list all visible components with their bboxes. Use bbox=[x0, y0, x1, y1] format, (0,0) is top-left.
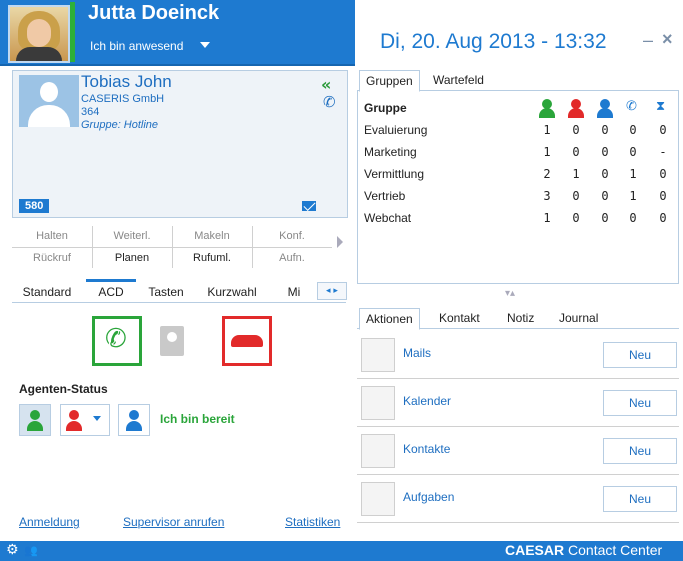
actions-tabbar: Aktionen Kontakt Notiz Journal bbox=[357, 308, 679, 330]
tab-aktionen[interactable]: Aktionen bbox=[359, 308, 420, 330]
chevron-down-icon bbox=[93, 416, 101, 421]
users-icon[interactable]: 👥 bbox=[24, 544, 38, 557]
callback-button[interactable]: Rückruf bbox=[12, 248, 92, 268]
groups-table: Gruppe ✆ ⧗ Evaluierung 1 0 0 0 0 Marketi… bbox=[357, 91, 679, 284]
action-label[interactable]: Kalender bbox=[403, 394, 451, 408]
agent-red-icon bbox=[69, 410, 79, 420]
action-label[interactable]: Mails bbox=[403, 346, 431, 360]
contact-name: Tobias John bbox=[81, 72, 172, 91]
agent-green-icon bbox=[30, 410, 40, 420]
agent-away-button[interactable] bbox=[118, 404, 150, 436]
supervisor-call-link[interactable]: Supervisor anrufen bbox=[123, 515, 224, 529]
collapse-toggle-icon[interactable]: ▾▴ bbox=[505, 288, 515, 299]
action-row-mails: Mails Neu bbox=[357, 330, 679, 379]
left-panel: Tobias John CASERIS GmbH 364 Gruppe: Hot… bbox=[12, 70, 349, 540]
hangup-button[interactable] bbox=[222, 316, 272, 366]
action-row-calendar: Kalender Neu bbox=[357, 378, 679, 427]
new-calendar-button[interactable]: Neu bbox=[603, 390, 677, 416]
contact-extension: 364 bbox=[81, 106, 100, 118]
phone-icon: ✆ bbox=[626, 99, 637, 114]
chevron-down-icon[interactable] bbox=[200, 42, 210, 48]
new-mail-button[interactable]: Neu bbox=[603, 342, 677, 368]
tab-kurzwahl[interactable]: Kurzwahl bbox=[196, 282, 268, 302]
brand-text: CAESAR Contact Center bbox=[505, 542, 663, 558]
back-arrows-icon[interactable]: « bbox=[321, 75, 331, 94]
close-button[interactable]: × bbox=[662, 29, 673, 50]
login-link[interactable]: Anmeldung bbox=[19, 515, 80, 529]
app-window: Jutta Doeinck Ich bin anwesend Di, 20. A… bbox=[0, 0, 683, 561]
table-row[interactable]: Marketing bbox=[364, 145, 417, 159]
contact-company: CASERIS GmbH bbox=[81, 93, 165, 105]
record-button[interactable]: Aufn. bbox=[252, 248, 332, 268]
table-row[interactable]: Vermittlung bbox=[364, 167, 424, 181]
transfer-button[interactable]: Weiterl. bbox=[92, 226, 172, 246]
accept-call-button[interactable]: ✆ bbox=[92, 316, 142, 366]
tab-acd[interactable]: ACD bbox=[86, 279, 136, 302]
status-bar: ⚙ 👥 CAESAR Contact Center bbox=[0, 541, 683, 561]
groups-header: Gruppe bbox=[364, 101, 407, 115]
tab-kontakt[interactable]: Kontakt bbox=[433, 308, 486, 328]
task-check-icon bbox=[361, 482, 395, 516]
agent-status-text: Ich bin bereit bbox=[160, 412, 235, 426]
phone-ringing-icon: ✆ bbox=[323, 93, 336, 111]
table-row[interactable]: Webchat bbox=[364, 211, 411, 225]
user-header: Jutta Doeinck Ich bin anwesend bbox=[0, 0, 355, 66]
tab-wartefeld[interactable]: Wartefeld bbox=[427, 70, 490, 90]
scroll-right-icon[interactable] bbox=[337, 236, 343, 248]
table-row[interactable]: Vertrieb bbox=[364, 189, 405, 203]
agent-ready-button[interactable] bbox=[19, 404, 51, 436]
action-row-tasks: Aufgaben Neu bbox=[357, 474, 679, 523]
table-row[interactable]: Evaluierung bbox=[364, 123, 427, 137]
tab-gruppen[interactable]: Gruppen bbox=[359, 70, 420, 92]
tab-tasten[interactable]: Tasten bbox=[138, 282, 194, 302]
call-controls: Halten Weiterl. Makeln Konf. Rückruf Pla… bbox=[12, 226, 332, 268]
minimize-button[interactable]: – bbox=[643, 30, 653, 51]
tab-notiz[interactable]: Notiz bbox=[501, 308, 540, 328]
user-name: Jutta Doeinck bbox=[88, 2, 220, 24]
presence-status-dropdown[interactable]: Ich bin anwesend bbox=[90, 39, 183, 53]
forward-button[interactable]: Rufuml. bbox=[172, 248, 252, 268]
contact-card: Tobias John CASERIS GmbH 364 Gruppe: Hot… bbox=[12, 70, 348, 218]
conference-button[interactable]: Konf. bbox=[252, 226, 332, 246]
left-tabbar: Standard ACD Tasten Kurzwahl Mi ◂ ▸ bbox=[12, 279, 347, 303]
header: Jutta Doeinck Ich bin anwesend Di, 20. A… bbox=[0, 0, 683, 66]
right-panel: Gruppen Wartefeld Gruppe ✆ ⧗ Evaluierung… bbox=[357, 70, 683, 540]
tab-scroll-arrows[interactable]: ◂ ▸ bbox=[317, 282, 347, 300]
calendar-icon bbox=[361, 386, 395, 420]
agent-blue-icon bbox=[597, 99, 613, 118]
tab-mi[interactable]: Mi bbox=[276, 282, 312, 302]
address-book-icon bbox=[361, 434, 395, 468]
contact-group: Gruppe: Hotline bbox=[81, 119, 159, 131]
presence-indicator bbox=[70, 2, 75, 62]
toggle-button[interactable]: Makeln bbox=[172, 226, 252, 246]
action-label[interactable]: Kontakte bbox=[403, 442, 450, 456]
action-label[interactable]: Aufgaben bbox=[403, 490, 454, 504]
hangup-icon bbox=[231, 335, 263, 347]
agent-busy-dropdown[interactable] bbox=[60, 404, 110, 436]
tab-journal[interactable]: Journal bbox=[553, 308, 604, 328]
tab-standard[interactable]: Standard bbox=[12, 282, 82, 302]
user-avatar[interactable] bbox=[8, 5, 70, 63]
footer-links: Anmeldung Supervisor anrufen Statistiken bbox=[19, 515, 349, 533]
action-row-contacts: Kontakte Neu bbox=[357, 426, 679, 475]
contact-book-icon[interactable] bbox=[160, 326, 184, 356]
hold-button[interactable]: Halten bbox=[12, 226, 92, 246]
hourglass-icon: ⧗ bbox=[656, 99, 666, 114]
agent-red-icon bbox=[568, 99, 584, 118]
queue-badge: 580 bbox=[19, 199, 50, 213]
mail-icon[interactable] bbox=[302, 201, 316, 211]
envelope-icon bbox=[361, 338, 395, 372]
gear-icon[interactable]: ⚙ bbox=[6, 542, 19, 558]
statistics-link[interactable]: Statistiken bbox=[285, 515, 340, 529]
new-contact-button[interactable]: Neu bbox=[603, 438, 677, 464]
plan-button[interactable]: Planen bbox=[92, 248, 172, 268]
agent-green-icon bbox=[539, 99, 555, 118]
groups-tabbar: Gruppen Wartefeld bbox=[357, 70, 679, 92]
agent-blue-icon bbox=[129, 410, 139, 420]
contact-avatar bbox=[19, 75, 79, 127]
date-time: Di, 20. Aug 2013 - 13:32 bbox=[380, 30, 607, 53]
agent-status-title: Agenten-Status bbox=[19, 382, 108, 396]
phone-icon: ✆ bbox=[105, 324, 127, 354]
new-task-button[interactable]: Neu bbox=[603, 486, 677, 512]
